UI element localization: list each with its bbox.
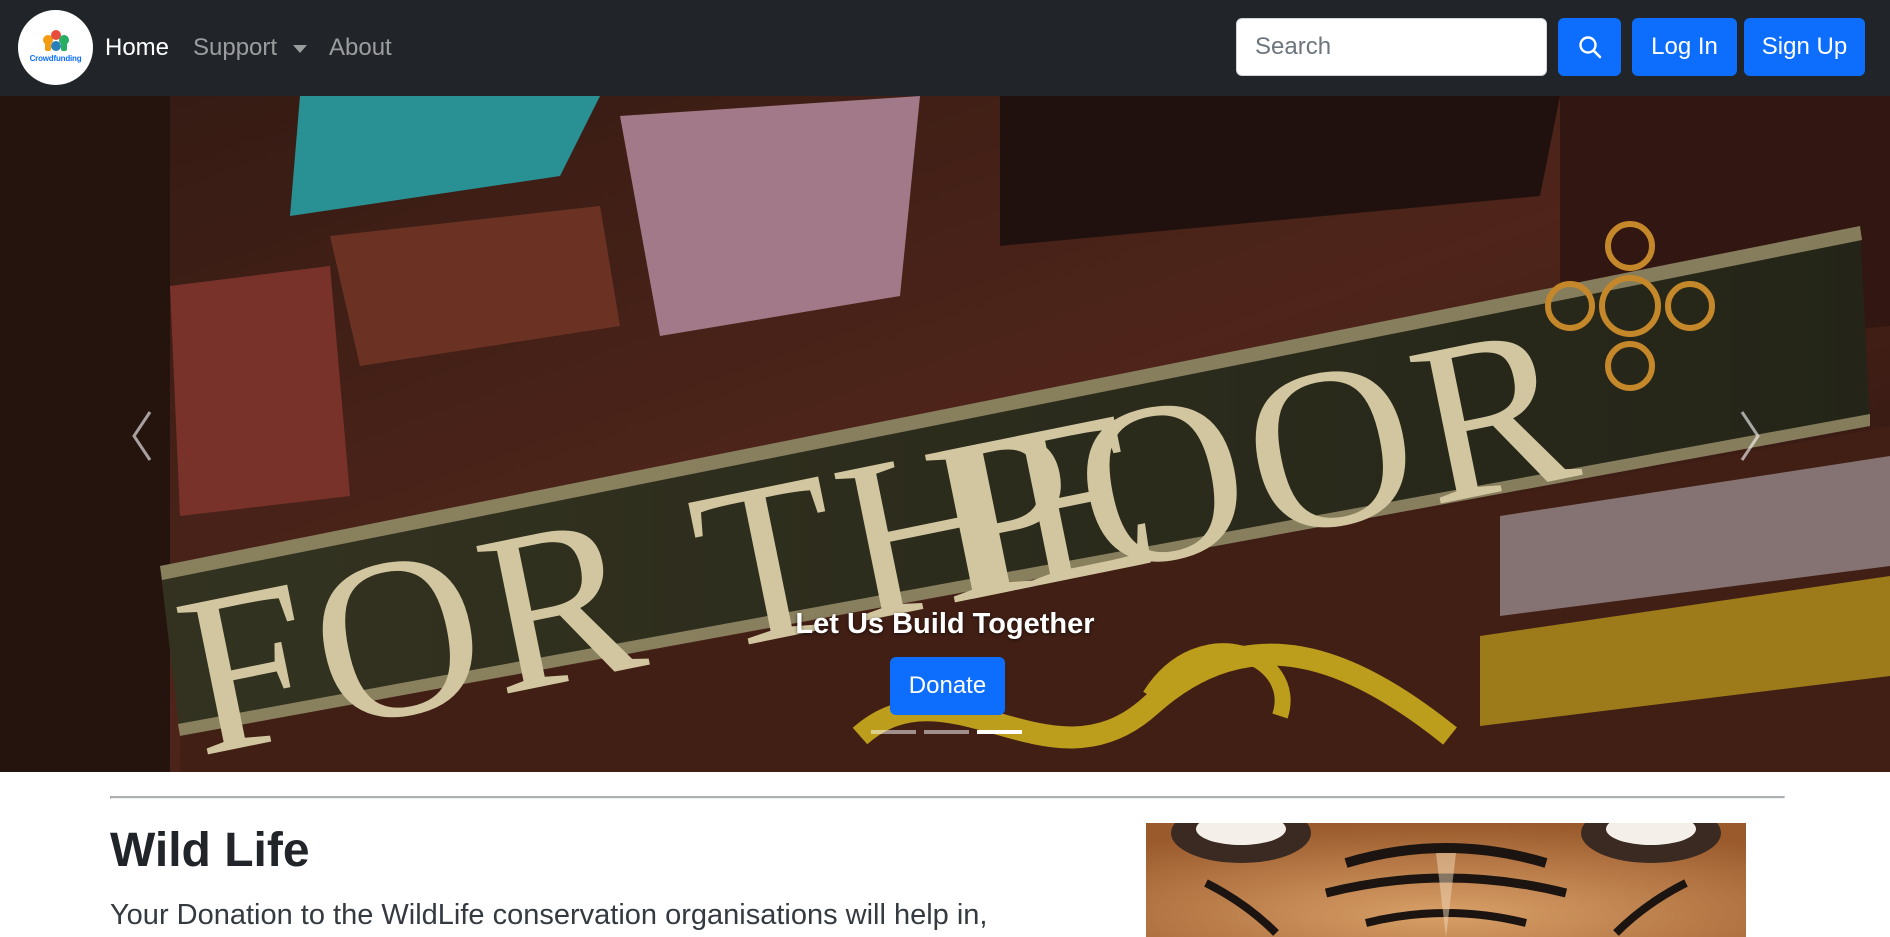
chevron-right-icon: [1740, 411, 1760, 461]
carousel-caption-title: Let Us Build Together: [795, 608, 1095, 640]
nav-about-link[interactable]: About: [329, 34, 392, 62]
nav-home-link[interactable]: Home: [105, 34, 169, 62]
search-input[interactable]: [1236, 18, 1547, 76]
search-button[interactable]: [1558, 18, 1621, 76]
carousel-indicator-2[interactable]: [924, 730, 969, 734]
brand-logo[interactable]: Crowdfunding: [18, 10, 93, 85]
search-icon: [1579, 36, 1602, 59]
signup-button[interactable]: Sign Up: [1744, 18, 1865, 76]
chevron-left-icon: [132, 411, 152, 461]
login-button[interactable]: Log In: [1632, 18, 1737, 76]
nav-support-label: Support: [193, 34, 278, 61]
carousel-prev-button[interactable]: [112, 396, 172, 476]
navbar: Crowdfunding Home Support About Log In S…: [0, 0, 1890, 96]
brand-text: Crowdfunding: [29, 54, 82, 63]
carousel-indicators: [871, 730, 1023, 736]
donate-button[interactable]: Donate: [890, 657, 1005, 715]
section-title: Wild Life: [110, 824, 310, 877]
logo-figures-icon: [43, 30, 69, 51]
caret-down-icon: [293, 45, 307, 53]
nav-support-dropdown[interactable]: Support: [193, 34, 307, 62]
section-divider: [110, 796, 1785, 799]
carousel-indicator-3[interactable]: [977, 730, 1022, 734]
section-lead: Your Donation to the WildLife conservati…: [110, 899, 988, 931]
tiger-image: [1146, 823, 1746, 937]
hero-carousel: FOR THE POOR Let Us Build Together Donat…: [0, 96, 1890, 772]
carousel-indicator-1[interactable]: [871, 730, 916, 734]
tiger-photo: [1146, 823, 1746, 937]
carousel-next-button[interactable]: [1720, 396, 1780, 476]
